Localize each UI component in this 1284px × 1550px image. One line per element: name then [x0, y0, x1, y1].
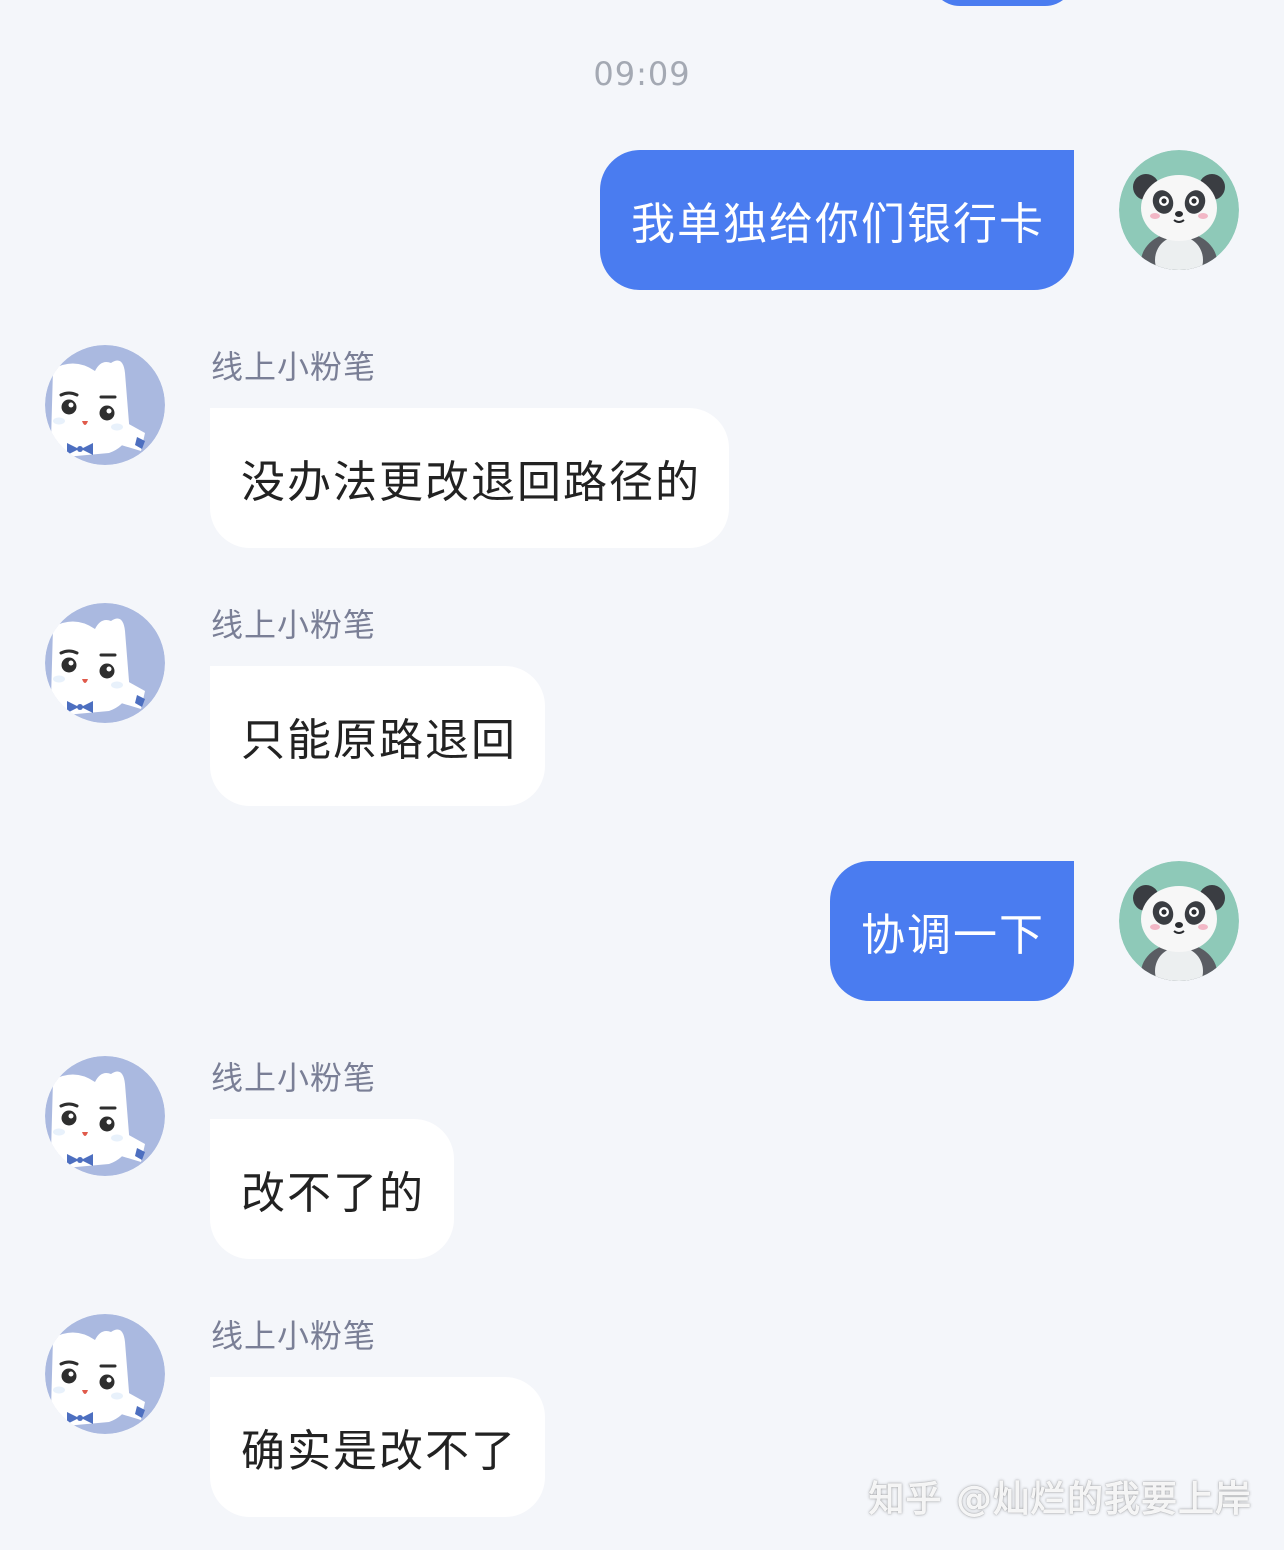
- chalk-mascot-avatar-icon[interactable]: [45, 1314, 165, 1434]
- zhihu-watermark: 知乎 @灿烂的我要上岸: [868, 1479, 1252, 1520]
- outgoing-message-bubble[interactable]: 协调一下: [830, 861, 1074, 1001]
- chalk-mascot-avatar-icon[interactable]: [45, 1056, 165, 1176]
- chalk-mascot-avatar-icon[interactable]: [45, 345, 165, 465]
- sender-name: 线上小粉笔: [211, 1059, 377, 1097]
- previous-message-bubble-edge: [930, 0, 1075, 6]
- sender-name: 线上小粉笔: [211, 348, 377, 386]
- outgoing-message-bubble[interactable]: 我单独给你们银行卡: [600, 150, 1074, 290]
- panda-avatar-icon[interactable]: [1119, 150, 1239, 270]
- incoming-message-bubble[interactable]: 没办法更改退回路径的: [210, 408, 729, 548]
- sender-name: 线上小粉笔: [211, 1317, 377, 1355]
- message-timestamp: 09:09: [593, 55, 691, 93]
- sender-name: 线上小粉笔: [211, 606, 377, 644]
- incoming-message-bubble[interactable]: 确实是改不了: [210, 1377, 545, 1517]
- incoming-message-bubble[interactable]: 只能原路退回: [210, 666, 545, 806]
- incoming-message-bubble[interactable]: 改不了的: [210, 1119, 454, 1259]
- panda-avatar-icon[interactable]: [1119, 861, 1239, 981]
- chalk-mascot-avatar-icon[interactable]: [45, 603, 165, 723]
